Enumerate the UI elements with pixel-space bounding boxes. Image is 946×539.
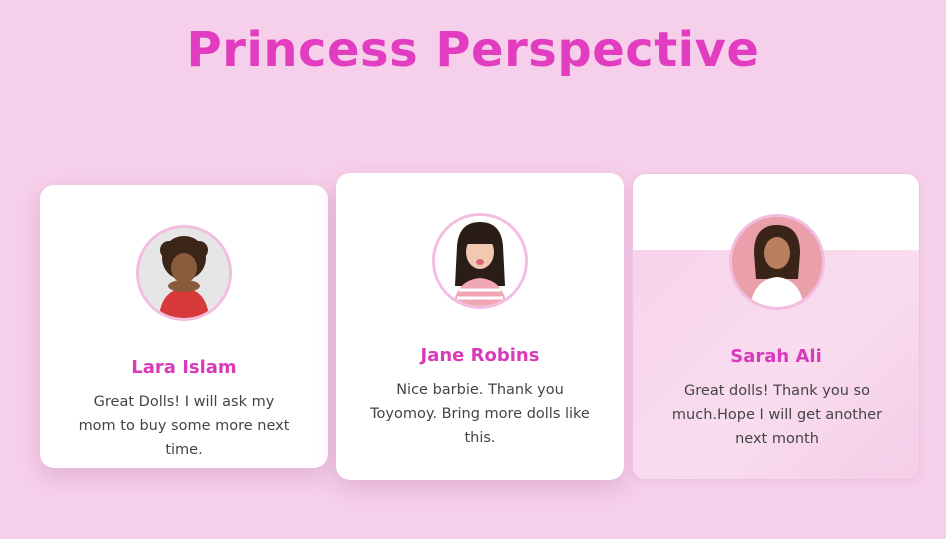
page-title: Princess Perspective — [186, 22, 760, 78]
testimonial-quote: Great Dolls! I will ask my mom to buy so… — [78, 394, 290, 458]
avatar — [136, 225, 232, 321]
testimonial-card: Lara Islam Great Dolls! I will ask my mo… — [40, 185, 328, 468]
testimonial-name: Lara Islam — [131, 357, 237, 378]
girl-photo-avatar-icon — [139, 228, 229, 318]
testimonial-card: Jane Robins Nice barbie. Thank you Toyom… — [336, 173, 624, 480]
testimonial-card: Sarah Ali Great dolls! Thank you so much… — [632, 173, 920, 480]
testimonial-quote: Nice barbie. Thank you Toyomoy. Bring mo… — [370, 382, 590, 446]
avatar — [432, 213, 528, 309]
avatar — [729, 214, 825, 310]
testimonial-quote: Great dolls! Thank you so much.Hope I wi… — [671, 383, 883, 447]
testimonial-name: Sarah Ali — [730, 346, 822, 367]
testimonial-name: Jane Robins — [420, 345, 540, 366]
girl-photo-avatar-icon — [732, 217, 822, 307]
girl-photo-avatar-icon — [435, 216, 525, 306]
